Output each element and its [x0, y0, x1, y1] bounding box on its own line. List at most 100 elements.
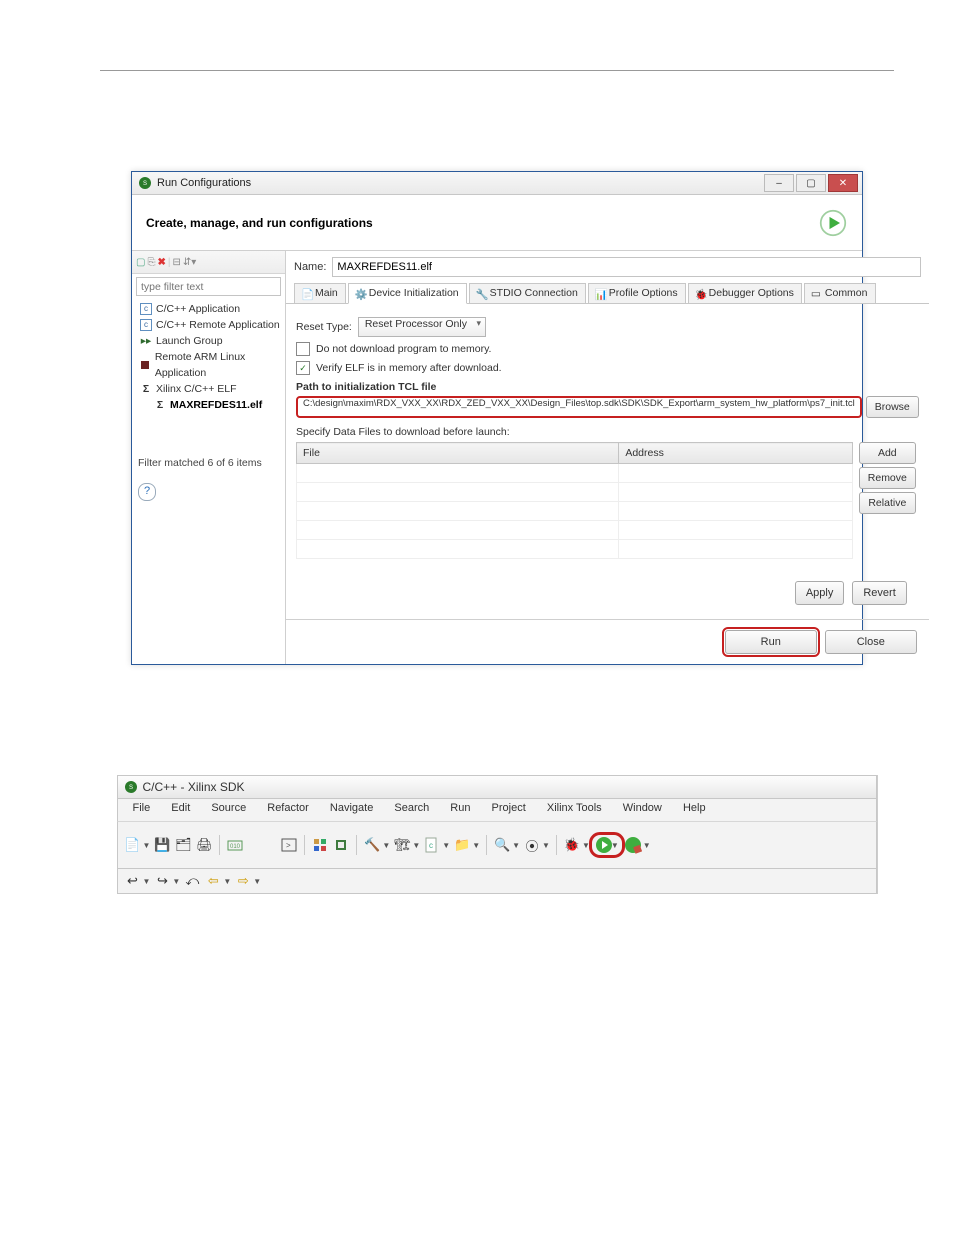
- build-all-icon[interactable]: 🏗: [393, 836, 411, 854]
- chip-icon[interactable]: [332, 836, 350, 854]
- main-toolbar: 📄▼ 💾 🗂 🖨 010 > 🔨▼ 🏗▼ c ▼: [117, 822, 877, 869]
- run-hero-icon: [818, 208, 848, 238]
- tree-item-selected[interactable]: MAXREFDES11.elf: [170, 397, 262, 413]
- main-menu[interactable]: File Edit Source Refactor Navigate Searc…: [117, 798, 877, 822]
- binary-icon[interactable]: 010: [226, 836, 244, 854]
- chevron-down-icon[interactable]: ▼: [643, 841, 651, 850]
- tree-item[interactable]: Launch Group: [156, 333, 223, 349]
- specify-data-label: Specify Data Files to download before la…: [296, 426, 919, 438]
- minimize-button[interactable]: –: [764, 174, 794, 192]
- add-button[interactable]: Add: [859, 442, 916, 464]
- external-tools-icon[interactable]: [624, 836, 642, 854]
- new-folder-icon[interactable]: 📁: [453, 836, 471, 854]
- browse-button[interactable]: Browse: [866, 396, 919, 418]
- chevron-down-icon[interactable]: ▼: [512, 841, 520, 850]
- menu-refactor[interactable]: Refactor: [258, 800, 318, 816]
- dialog-header-text: Create, manage, and run configurations: [146, 216, 373, 230]
- new-icon[interactable]: 📄: [124, 836, 142, 854]
- prev-annotation-icon[interactable]: ⤺: [183, 872, 201, 890]
- chevron-down-icon[interactable]: ▼: [412, 841, 420, 850]
- build-icon[interactable]: 🔨: [363, 836, 381, 854]
- revert-button[interactable]: Revert: [852, 581, 906, 605]
- search-icon[interactable]: 🔍: [493, 836, 511, 854]
- svg-text:S: S: [128, 785, 132, 791]
- filter-icon[interactable]: ⇵▾: [183, 257, 196, 268]
- tree-item[interactable]: Xilinx C/C++ ELF: [156, 381, 237, 397]
- delete-config-icon[interactable]: ✖: [157, 257, 165, 268]
- col-address[interactable]: Address: [619, 443, 852, 464]
- col-file[interactable]: File: [297, 443, 619, 464]
- device-init-panel: Reset Type: Reset Processor Only Do not …: [286, 304, 929, 609]
- terminal-icon[interactable]: >: [280, 836, 298, 854]
- cb-do-not-download[interactable]: [296, 342, 310, 356]
- data-files-table[interactable]: File Address: [296, 442, 853, 559]
- chevron-down-icon[interactable]: ▼: [382, 841, 390, 850]
- chevron-down-icon[interactable]: ▼: [143, 841, 151, 850]
- tab-device-initialization[interactable]: ⚙️Device Initialization: [348, 283, 467, 304]
- chevron-down-icon[interactable]: ▼: [472, 841, 480, 850]
- menu-edit[interactable]: Edit: [162, 800, 199, 816]
- print-icon[interactable]: 🖨: [195, 836, 213, 854]
- remove-button[interactable]: Remove: [859, 467, 916, 489]
- toggle-bp-icon[interactable]: ⦿: [523, 836, 541, 854]
- config-detail-pane: Name: 📄Main ⚙️Device Initialization 🔧STD…: [286, 251, 929, 664]
- menu-navigate[interactable]: Navigate: [321, 800, 382, 816]
- tab-debugger-options[interactable]: 🐞Debugger Options: [688, 283, 802, 303]
- tree-item[interactable]: C/C++ Remote Application: [156, 317, 280, 333]
- tab-profile-options[interactable]: 📊Profile Options: [588, 283, 686, 303]
- menu-xilinx-tools[interactable]: Xilinx Tools: [538, 800, 611, 816]
- window-title: C/C++ - Xilinx SDK: [143, 780, 245, 794]
- chevron-down-icon[interactable]: ▼: [582, 841, 590, 850]
- cb-verify-elf-label: Verify ELF is in memory after download.: [316, 362, 502, 374]
- tree-item[interactable]: Remote ARM Linux Application: [155, 349, 285, 381]
- tab-stdio-connection[interactable]: 🔧STDIO Connection: [469, 283, 586, 303]
- menu-run[interactable]: Run: [441, 800, 479, 816]
- menu-help[interactable]: Help: [674, 800, 715, 816]
- menu-file[interactable]: File: [124, 800, 160, 816]
- run-configurations-dialog: S Run Configurations – ▢ ✕ Create, manag…: [131, 171, 863, 665]
- menu-search[interactable]: Search: [385, 800, 438, 816]
- apply-button[interactable]: Apply: [795, 581, 845, 605]
- sdk-icon: S: [138, 176, 152, 190]
- relative-button[interactable]: Relative: [859, 492, 916, 514]
- save-icon[interactable]: 💾: [153, 836, 171, 854]
- forward-icon[interactable]: ⇨: [234, 872, 252, 890]
- new-config-icon[interactable]: ▢: [136, 257, 145, 268]
- dialog-title: Run Configurations: [157, 177, 251, 189]
- last-edit-icon[interactable]: ↩: [124, 872, 142, 890]
- menu-window[interactable]: Window: [614, 800, 671, 816]
- nav-toolbar: ↩▼ ↪▼ ⤺ ⇦▼ ⇨▼: [117, 869, 877, 894]
- program-fpga-icon[interactable]: [311, 836, 329, 854]
- help-icon[interactable]: ?: [138, 483, 156, 501]
- save-all-icon[interactable]: 🗂: [174, 836, 192, 854]
- menu-source[interactable]: Source: [202, 800, 255, 816]
- tab-common[interactable]: ▭Common: [804, 283, 876, 303]
- dialog-titlebar: S Run Configurations – ▢ ✕: [132, 172, 862, 195]
- tcl-path-input[interactable]: C:\design\maxim\RDX_VXX_XX\RDX_ZED_VXX_X…: [296, 396, 862, 418]
- toggle-mark-icon[interactable]: ↪: [153, 872, 171, 890]
- tree-item[interactable]: C/C++ Application: [156, 301, 240, 317]
- chevron-down-icon[interactable]: ▼: [442, 841, 450, 850]
- close-dialog-button[interactable]: Close: [825, 630, 917, 654]
- duplicate-config-icon[interactable]: ⎘: [147, 257, 155, 268]
- filter-input[interactable]: [136, 277, 281, 296]
- cb-do-not-download-label: Do not download program to memory.: [316, 343, 491, 355]
- collapse-all-icon[interactable]: ⊟: [172, 257, 180, 268]
- debug-icon[interactable]: 🐞: [563, 836, 581, 854]
- reset-type-select[interactable]: Reset Processor Only: [358, 317, 486, 337]
- cb-verify-elf[interactable]: [296, 361, 310, 375]
- chevron-down-icon[interactable]: ▼: [611, 841, 619, 850]
- run-button[interactable]: Run: [725, 630, 817, 654]
- config-tree[interactable]: cC/C++ Application cC/C++ Remote Applica…: [132, 299, 285, 453]
- window-titlebar: S C/C++ - Xilinx SDK: [117, 775, 877, 798]
- maximize-button[interactable]: ▢: [796, 174, 826, 192]
- reset-type-label: Reset Type:: [296, 321, 352, 333]
- tab-main[interactable]: 📄Main: [294, 283, 346, 303]
- menu-project[interactable]: Project: [483, 800, 535, 816]
- back-icon[interactable]: ⇦: [204, 872, 222, 890]
- name-input[interactable]: [332, 257, 920, 277]
- svg-text:010: 010: [230, 844, 241, 850]
- close-button[interactable]: ✕: [828, 174, 858, 192]
- chevron-down-icon[interactable]: ▼: [542, 841, 550, 850]
- new-c-file-icon[interactable]: c: [423, 836, 441, 854]
